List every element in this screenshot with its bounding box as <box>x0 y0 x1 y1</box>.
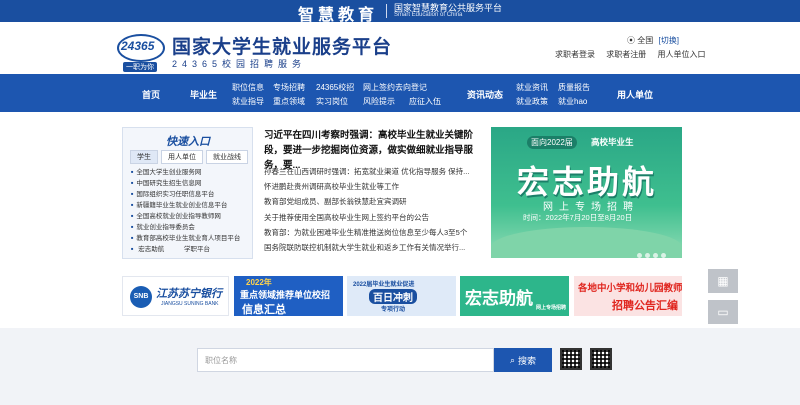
wechat-qr-icon[interactable] <box>560 348 582 370</box>
promo-headline: 宏志助航 <box>465 289 533 308</box>
news-item[interactable]: 国务院联防联控机制就大学生就业和返乡工作有关情况举行... <box>264 240 482 255</box>
list-item[interactable]: 中国研究生招生信息网 <box>131 178 240 189</box>
nav-job-info[interactable]: 职位信息 <box>232 82 264 93</box>
list-item[interactable]: 教育部高校毕业生就业育人项目平台 <box>131 233 240 244</box>
site-title[interactable]: 国家大学生就业服务平台 <box>172 32 392 59</box>
quick-entry-list: 全国大学生创业服务网 中国研究生招生信息网 国际组织实习任职信息平台 新疆籍毕业… <box>131 167 240 255</box>
account-links: 求职者登录 求职者注册 用人单位入口 <box>555 49 714 60</box>
nav-internships[interactable]: 实习岗位 <box>316 96 348 107</box>
nav-career-guidance[interactable]: 就业指导 <box>232 96 264 107</box>
carousel-dots <box>634 245 666 258</box>
nav-news[interactable]: 资讯动态 <box>467 88 503 101</box>
nav-employment-hao[interactable]: 就业hao <box>558 96 587 107</box>
bank-sponsor-card[interactable]: SNB 江苏苏宁银行 JIANGSU SUNING BANK <box>122 276 229 316</box>
news-item[interactable]: 教育部：为就业困难毕业生精准推送岗位信息至少每人3至5个 <box>264 225 482 240</box>
main-nav: 首页 毕业生 职位信息 专场招聘 24365校招 网上签约去向登记 就业指导 重… <box>0 74 800 112</box>
promo-key-fields[interactable]: 2022年 重点领域推荐单位校招 信息汇总 <box>234 276 343 316</box>
bank-name: 江苏苏宁银行 <box>156 288 222 300</box>
list-item[interactable]: 国际组织实习任职信息平台 <box>131 189 240 200</box>
tab-employers[interactable]: 用人单位 <box>161 150 203 164</box>
region-switch-link[interactable]: [切换] <box>658 36 678 45</box>
banner-pill: 面向2022届 <box>527 136 577 149</box>
carousel-dot[interactable] <box>653 253 658 258</box>
qr-code-float-button[interactable]: ▦ <box>708 269 738 293</box>
nav-online-signing[interactable]: 网上签约去向登记 <box>363 82 427 93</box>
nav-home[interactable]: 首页 <box>142 88 160 101</box>
banner-title: 高校毕业生 <box>591 137 634 147</box>
nav-employment-policy[interactable]: 就业政策 <box>516 96 548 107</box>
bank-name-en: JIANGSU SUNING BANK <box>161 301 219 307</box>
carousel-dot[interactable] <box>661 253 666 258</box>
list-item[interactable]: 就业创业指导委员会 <box>131 222 240 233</box>
quick-entry-title: 快速入口 <box>166 136 210 148</box>
promo-subtitle: 网上专场招聘 <box>536 305 567 311</box>
list-item[interactable]: 宏志助航 学职平台 <box>131 244 240 255</box>
bank-logo-badge: SNB <box>130 286 152 308</box>
list-item[interactable]: 新疆籍毕业生就业创业信息平台 <box>131 200 240 211</box>
top-brand-strip: 智慧教育 国家智慧教育公共服务平台 Smart Education of Chi… <box>0 0 800 24</box>
region-name: 全国 <box>637 36 654 45</box>
promo-subtitle: 专项行动 <box>381 307 406 313</box>
divider <box>386 4 387 18</box>
feedback-float-button[interactable]: ▭ <box>708 300 738 324</box>
employer-entry-link[interactable]: 用人单位入口 <box>657 50 705 59</box>
quick-entry-tabs: 学生 用人单位 就业战线 <box>130 150 248 164</box>
news-list: 孙春兰在山西调研时强调：拓宽就业渠道 优化指导服务 保持... 怀进鹏赴贵州调研… <box>264 164 482 255</box>
promo-title: 2022届毕业生就业促进 <box>353 282 415 288</box>
promo-teacher-recruit[interactable]: 各地中小学和幼儿园教师 招聘公告汇编 <box>574 276 682 316</box>
promo-subtitle: 信息汇总 <box>242 304 286 316</box>
jobseeker-login-link[interactable]: 求职者登录 <box>555 50 595 59</box>
promo-subtitle: 招聘公告汇编 <box>612 300 678 312</box>
site-logo[interactable]: 24365 一职为你 <box>117 34 165 74</box>
promo-sprint[interactable]: 2022届毕业生就业促进 百日冲刺 专项行动 <box>347 276 456 316</box>
promo-hongzhi[interactable]: 宏志助航 网上专场招聘 <box>460 276 569 316</box>
list-item-label[interactable]: 学职平台 <box>184 246 210 253</box>
promo-title: 各地中小学和幼儿园教师 <box>578 283 682 294</box>
nav-graduate[interactable]: 毕业生 <box>190 88 217 101</box>
promo-headline: 百日冲刺 <box>369 289 417 304</box>
banner-date: 时间：2022年7月20日至8月20日 <box>523 213 633 222</box>
nav-employment-news[interactable]: 就业资讯 <box>516 82 548 93</box>
nav-risk-alert[interactable]: 风险提示 <box>363 96 395 107</box>
chat-icon: ▭ <box>717 305 729 319</box>
search-button[interactable]: ⌕ 搜索 <box>494 348 552 372</box>
job-search-input[interactable] <box>197 348 494 372</box>
logo-number: 24365 <box>121 39 155 53</box>
location-pin-icon: ⦿ <box>627 36 635 45</box>
site-subtitle: 24365校园招聘服务 <box>172 59 307 69</box>
nav-special-recruit[interactable]: 专场招聘 <box>273 82 305 93</box>
news-item[interactable]: 怀进鹏赴贵州调研高校毕业生就业等工作 <box>264 179 482 194</box>
nav-24365-recruit[interactable]: 24365校招 <box>316 82 354 93</box>
jobseeker-register-link[interactable]: 求职者注册 <box>606 50 646 59</box>
qr-code-icon: ▦ <box>717 274 729 288</box>
nav-key-fields[interactable]: 重点领域 <box>273 96 305 107</box>
nav-enlistment[interactable]: 应征入伍 <box>409 96 441 107</box>
logo-tagline: 一职为你 <box>123 62 157 72</box>
region-selector[interactable]: ⦿ 全国 [切换] <box>627 35 679 46</box>
news-item[interactable]: 关于推荐使用全国高校毕业生网上签约平台的公告 <box>264 210 482 225</box>
search-icon: ⌕ <box>509 354 516 365</box>
promo-title: 重点领域推荐单位校招 <box>240 290 331 300</box>
list-item[interactable]: 全国大学生创业服务网 <box>131 167 240 178</box>
tab-students[interactable]: 学生 <box>130 150 158 164</box>
hero-banner[interactable]: 面向2022届 高校毕业生 宏志助航 网上专场招聘 时间：2022年7月20日至… <box>491 127 682 258</box>
carousel-dot[interactable] <box>645 253 650 258</box>
news-item[interactable]: 孙春兰在山西调研时强调：拓宽就业渠道 优化指导服务 保持... <box>264 164 482 179</box>
site-header: 24365 一职为你 国家大学生就业服务平台 24365校园招聘服务 ⦿ 全国 … <box>0 22 800 74</box>
news-item[interactable]: 教育部党组成员、副部长翁铁慧赴宜宾调研 <box>264 194 482 209</box>
list-item[interactable]: 全国高校就业创业指导教师网 <box>131 211 240 222</box>
weibo-qr-icon[interactable] <box>590 348 612 370</box>
tab-employment-front[interactable]: 就业战线 <box>206 150 248 164</box>
promo-year: 2022年 <box>246 278 272 287</box>
list-item-label: 宏志助航 <box>138 246 165 254</box>
banner-subtitle: 网上专场招聘 <box>543 202 639 213</box>
platform-name-en: Smart Education of China <box>394 12 463 18</box>
banner-headline: 宏志助航 <box>517 164 658 200</box>
nav-employer[interactable]: 用人单位 <box>617 88 653 101</box>
carousel-dot[interactable] <box>637 253 642 258</box>
nav-quality-report[interactable]: 质量报告 <box>558 82 590 93</box>
quick-entry-panel: 快速入口 学生 用人单位 就业战线 全国大学生创业服务网 中国研究生招生信息网 … <box>122 127 253 259</box>
search-button-label: 搜索 <box>518 355 537 366</box>
